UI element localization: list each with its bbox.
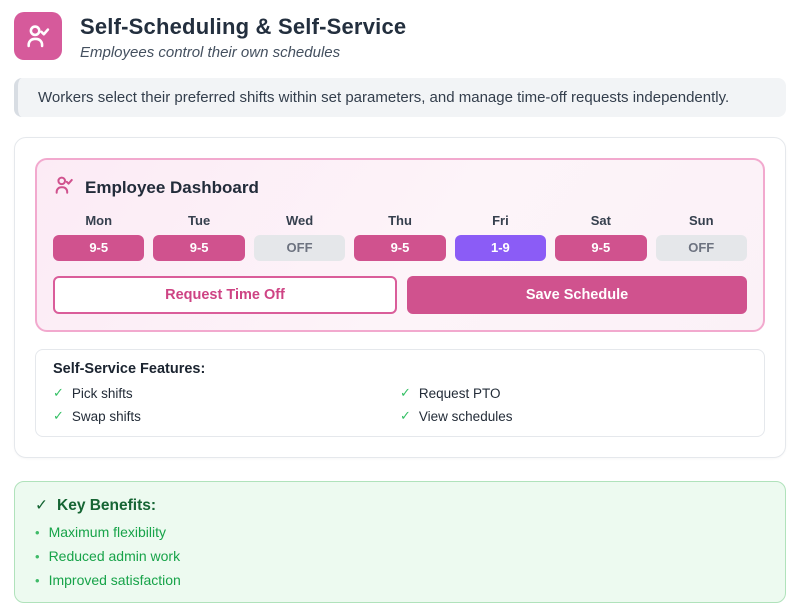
week-schedule-row: Mon 9-5 Tue 9-5 Wed OFF Thu 9-5 Fri 1-9 … <box>53 213 747 261</box>
feature-label: Pick shifts <box>72 386 133 401</box>
shift-badge-fri[interactable]: 1-9 <box>455 235 546 261</box>
day-label: Fri <box>455 213 546 228</box>
day-column-tue: Tue 9-5 <box>153 213 244 261</box>
user-check-icon <box>14 12 62 60</box>
day-label: Wed <box>254 213 345 228</box>
benefits-title-label: Key Benefits: <box>57 497 156 515</box>
shift-badge-thu[interactable]: 9-5 <box>354 235 445 261</box>
dashboard-title: Employee Dashboard <box>85 178 259 198</box>
bullet-icon: • <box>35 574 40 587</box>
dashboard-header: Employee Dashboard <box>53 174 747 201</box>
benefit-item-admin-work: • Reduced admin work <box>35 548 765 564</box>
benefit-label: Reduced admin work <box>49 548 181 564</box>
bullet-icon: • <box>35 550 40 563</box>
features-grid: ✓ Pick shifts ✓ Swap shifts ✓ Request PT… <box>53 385 747 424</box>
feature-item-pick-shifts: ✓ Pick shifts <box>53 385 400 401</box>
request-time-off-button[interactable]: Request Time Off <box>53 276 397 314</box>
check-icon: ✓ <box>400 385 411 401</box>
day-label: Tue <box>153 213 244 228</box>
day-label: Sun <box>656 213 747 228</box>
day-column-fri: Fri 1-9 <box>455 213 546 261</box>
feature-item-request-pto: ✓ Request PTO <box>400 385 747 401</box>
feature-item-swap-shifts: ✓ Swap shifts <box>53 408 400 424</box>
day-column-sun: Sun OFF <box>656 213 747 261</box>
day-column-wed: Wed OFF <box>254 213 345 261</box>
benefit-label: Improved satisfaction <box>49 572 181 588</box>
day-column-mon: Mon 9-5 <box>53 213 144 261</box>
user-check-icon <box>53 174 75 201</box>
day-column-thu: Thu 9-5 <box>354 213 445 261</box>
key-benefits-box: ✓ Key Benefits: • Maximum flexibility • … <box>14 481 786 603</box>
feature-label: Request PTO <box>419 386 501 401</box>
save-schedule-button[interactable]: Save Schedule <box>407 276 747 314</box>
day-label: Sat <box>555 213 646 228</box>
bullet-icon: • <box>35 526 40 539</box>
check-icon: ✓ <box>53 408 64 424</box>
schedule-card: Employee Dashboard Mon 9-5 Tue 9-5 Wed O… <box>14 137 786 458</box>
self-service-features-panel: Self-Service Features: ✓ Pick shifts ✓ S… <box>35 349 765 437</box>
title-block: Self-Scheduling & Self-Service Employees… <box>80 12 406 61</box>
benefit-item-flexibility: • Maximum flexibility <box>35 524 765 540</box>
page-subtitle: Employees control their own schedules <box>80 44 406 61</box>
dashboard-actions: Request Time Off Save Schedule <box>53 276 747 314</box>
feature-label: Swap shifts <box>72 409 141 424</box>
day-label: Mon <box>53 213 144 228</box>
shift-badge-mon[interactable]: 9-5 <box>53 235 144 261</box>
shift-badge-wed[interactable]: OFF <box>254 235 345 261</box>
benefit-label: Maximum flexibility <box>49 524 166 540</box>
shift-badge-sat[interactable]: 9-5 <box>555 235 646 261</box>
shift-badge-sun[interactable]: OFF <box>656 235 747 261</box>
employee-dashboard-panel: Employee Dashboard Mon 9-5 Tue 9-5 Wed O… <box>35 158 765 332</box>
feature-item-view-schedules: ✓ View schedules <box>400 408 747 424</box>
features-title: Self-Service Features: <box>53 361 747 377</box>
page-title: Self-Scheduling & Self-Service <box>80 14 406 40</box>
shift-badge-tue[interactable]: 9-5 <box>153 235 244 261</box>
check-icon: ✓ <box>35 496 48 515</box>
check-icon: ✓ <box>400 408 411 424</box>
check-icon: ✓ <box>53 385 64 401</box>
day-label: Thu <box>354 213 445 228</box>
benefits-title: ✓ Key Benefits: <box>35 496 765 515</box>
page-header: Self-Scheduling & Self-Service Employees… <box>14 12 786 61</box>
benefit-item-satisfaction: • Improved satisfaction <box>35 572 765 588</box>
feature-label: View schedules <box>419 409 513 424</box>
description-banner: Workers select their preferred shifts wi… <box>14 78 786 117</box>
day-column-sat: Sat 9-5 <box>555 213 646 261</box>
